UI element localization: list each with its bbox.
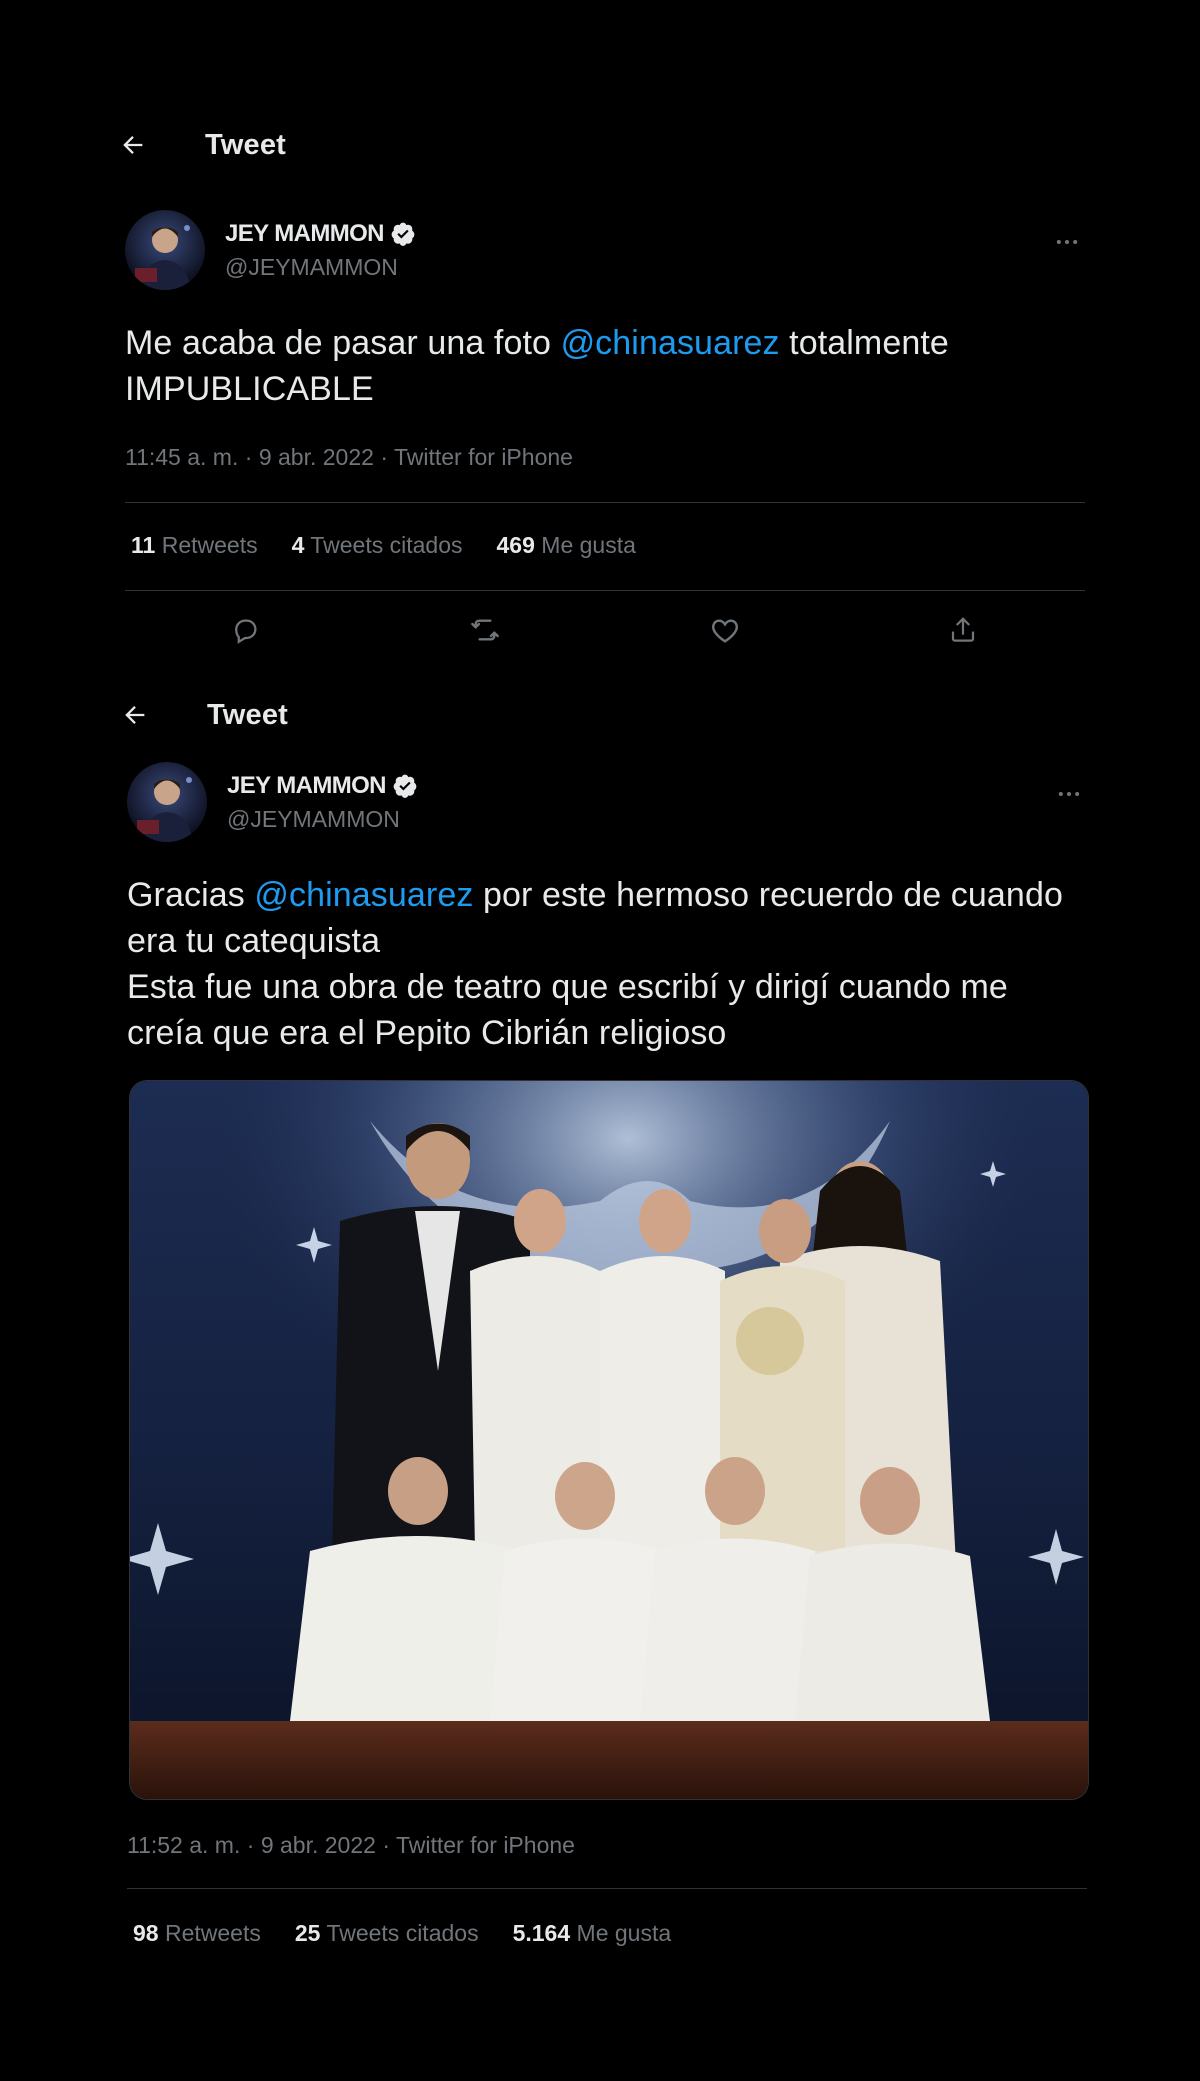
quotes-stat[interactable]: 25 Tweets citados: [295, 1920, 479, 1947]
tweet-text-line1: Gracias @chinasuarez por este hermoso re…: [127, 872, 1087, 964]
likes-label: Me gusta: [576, 1920, 672, 1946]
arrow-left-icon: [125, 706, 145, 724]
author-handle[interactable]: @JEYMAMMON: [227, 806, 418, 833]
tweet-author: JEY MAMMON @JEYMAMMON: [127, 762, 1087, 842]
likes-count: 5.164: [512, 1920, 571, 1946]
header-title: Tweet: [207, 698, 289, 731]
tweet-text-line2: Esta fue una obra de teatro que escribí …: [127, 968, 1008, 1052]
retweets-stat[interactable]: 98 Retweets: [133, 1920, 261, 1947]
retweets-count: 98: [133, 1920, 159, 1946]
avatar[interactable]: [127, 762, 207, 842]
verified-badge-icon: [393, 774, 417, 798]
tweet-time[interactable]: 11:52 a. m.: [127, 1832, 240, 1858]
tweet-header: Tweet: [125, 695, 289, 735]
tweet-source[interactable]: Twitter for iPhone: [396, 1832, 575, 1858]
back-button[interactable]: [115, 695, 155, 735]
divider: [127, 1888, 1087, 1889]
tweet-stats: 98 Retweets 25 Tweets citados 5.164 Me g…: [133, 1920, 705, 1947]
mention-link[interactable]: @chinasuarez: [254, 876, 473, 914]
meta-separator: ·: [240, 1832, 261, 1858]
display-name: JEY MAMMON: [227, 771, 387, 799]
quotes-label: Tweets citados: [326, 1920, 479, 1946]
more-options-button[interactable]: [1051, 776, 1087, 812]
more-icon: [1058, 792, 1080, 796]
tweet-2: Tweet JEY MAMMON @JEYMAMMON Gracias @chi…: [125, 0, 1089, 2081]
tweet-text-part1: Gracias: [127, 876, 255, 914]
retweets-label: Retweets: [164, 1920, 261, 1946]
tweet-date[interactable]: 9 abr. 2022: [261, 1832, 376, 1858]
tweet-meta: 11:52 a. m. · 9 abr. 2022 · Twitter for …: [127, 1832, 575, 1859]
tweet-photo[interactable]: [129, 1080, 1089, 1800]
meta-separator: ·: [375, 1832, 396, 1858]
author-name[interactable]: JEY MAMMON: [227, 772, 418, 800]
quotes-count: 25: [294, 1920, 321, 1946]
likes-stat[interactable]: 5.164 Me gusta: [513, 1920, 672, 1947]
tweet-text: Gracias @chinasuarez por este hermoso re…: [127, 872, 1087, 1056]
